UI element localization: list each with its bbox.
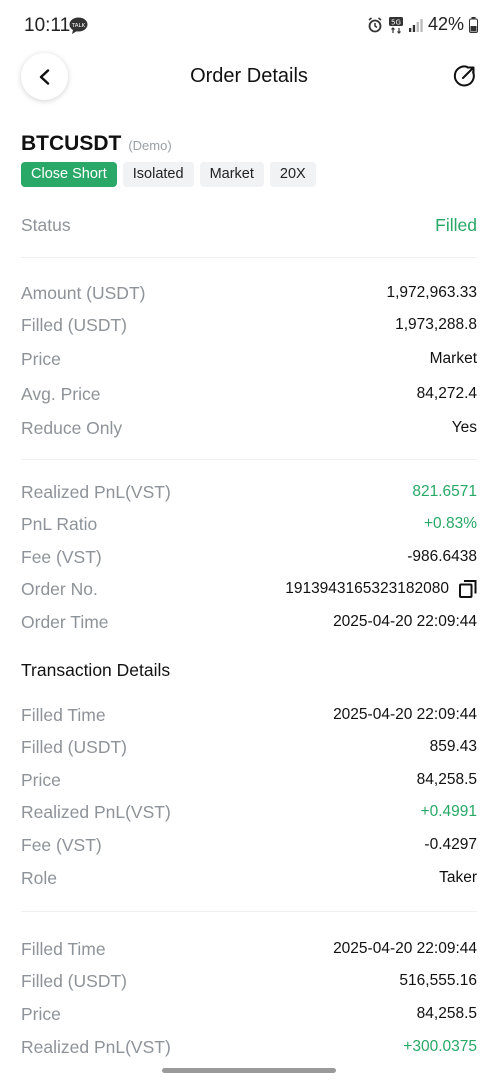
network-5g-icon: 5G bbox=[388, 16, 403, 34]
tx-filled-value: 516,555.16 bbox=[399, 972, 477, 989]
tx-filled-time-label: Filled Time bbox=[21, 704, 106, 725]
battery-percent: 42% bbox=[427, 14, 464, 34]
tx-fee-label: Fee (VST) bbox=[21, 834, 102, 855]
status-bar: 10:11 TALK 5G 42% bbox=[0, 0, 498, 52]
amount-row: Amount (USDT) 1,972,963.33 bbox=[21, 281, 477, 305]
reduce-only-row: Reduce Only Yes bbox=[21, 416, 477, 440]
tx-filled-time-label: Filled Time bbox=[21, 938, 106, 959]
realized-pnl-label: Realized PnL(VST) bbox=[21, 481, 171, 502]
pnl-ratio-value: +0.83% bbox=[423, 515, 477, 532]
pnl-ratio-label: PnL Ratio bbox=[21, 513, 98, 534]
filled-value: 1,973,288.8 bbox=[395, 316, 477, 333]
transaction-details-title: Transaction Details bbox=[21, 660, 171, 680]
tag-margin-mode: Isolated bbox=[122, 162, 194, 187]
price-row: Price Market bbox=[21, 347, 477, 371]
page-title: Order Details bbox=[190, 65, 308, 87]
tag-close-short: Close Short bbox=[21, 162, 117, 187]
symbol-row: BTCUSDT (Demo) bbox=[21, 132, 172, 156]
filled-row: Filled (USDT) 1,973,288.8 bbox=[21, 313, 477, 337]
alarm-icon bbox=[368, 16, 382, 32]
tx1-fee-row: Fee (VST) -0.4297 bbox=[21, 833, 477, 857]
tx-filled-label: Filled (USDT) bbox=[21, 736, 127, 757]
tx-realized-pnl-label: Realized PnL(VST) bbox=[21, 801, 171, 822]
reduce-only-value: Yes bbox=[451, 419, 477, 436]
tx2-realized-pnl-row: Realized PnL(VST) +300.0375 bbox=[21, 1035, 477, 1059]
tx-realized-pnl-value: +0.4991 bbox=[420, 803, 477, 820]
demo-label: (Demo) bbox=[128, 138, 172, 153]
talk-icon: TALK bbox=[69, 17, 88, 34]
price-value: Market bbox=[429, 350, 477, 367]
home-indicator[interactable] bbox=[162, 1068, 336, 1073]
amount-label: Amount (USDT) bbox=[21, 282, 146, 303]
order-tags: Close Short Isolated Market 20X bbox=[21, 162, 316, 187]
tx2-filled-time-row: Filled Time 2025-04-20 22:09:44 bbox=[21, 937, 477, 961]
battery-icon bbox=[469, 16, 478, 33]
copy-icon[interactable] bbox=[459, 580, 477, 598]
avg-price-row: Avg. Price 84,272.4 bbox=[21, 382, 477, 406]
tx2-price-row: Price 84,258.5 bbox=[21, 1002, 477, 1026]
order-time-value: 2025-04-20 22:09:44 bbox=[333, 613, 477, 630]
realized-pnl-value: 821.6571 bbox=[412, 483, 477, 500]
order-no-row: Order No. 1913943165323182080 bbox=[21, 577, 477, 601]
tx-price-value: 84,258.5 bbox=[416, 771, 477, 788]
order-no-label: Order No. bbox=[21, 578, 98, 599]
fee-label: Fee (VST) bbox=[21, 546, 102, 567]
symbol: BTCUSDT bbox=[21, 132, 122, 155]
tx-price-label: Price bbox=[21, 769, 61, 790]
tx1-role-row: Role Taker bbox=[21, 866, 477, 890]
avg-price-value: 84,272.4 bbox=[416, 385, 477, 402]
reduce-only-label: Reduce Only bbox=[21, 417, 123, 438]
order-no-value: 1913943165323182080 bbox=[285, 580, 477, 598]
tx-realized-pnl-label: Realized PnL(VST) bbox=[21, 1036, 171, 1057]
divider bbox=[21, 911, 477, 912]
status-label: Status bbox=[21, 214, 71, 235]
talk-badge-text: TALK bbox=[71, 23, 86, 29]
status-time: 10:11 bbox=[24, 15, 71, 36]
status-value: Filled bbox=[435, 214, 477, 235]
tx-fee-value: -0.4297 bbox=[424, 836, 477, 853]
tx-filled-value: 859.43 bbox=[429, 738, 477, 755]
amount-value: 1,972,963.33 bbox=[386, 284, 477, 301]
tag-order-type: Market bbox=[199, 162, 264, 187]
tx1-filled-row: Filled (USDT) 859.43 bbox=[21, 735, 477, 759]
avg-price-label: Avg. Price bbox=[21, 383, 101, 404]
tx-realized-pnl-value: +300.0375 bbox=[403, 1038, 477, 1055]
status-icons: 5G 42% bbox=[367, 14, 478, 35]
realized-pnl-row: Realized PnL(VST) 821.6571 bbox=[21, 480, 477, 504]
divider bbox=[21, 257, 477, 258]
status-row: Status Filled bbox=[21, 213, 477, 237]
fee-row: Fee (VST) -986.6438 bbox=[21, 545, 477, 569]
tx-filled-label: Filled (USDT) bbox=[21, 970, 127, 991]
share-icon[interactable] bbox=[452, 63, 478, 89]
tag-leverage: 20X bbox=[269, 162, 316, 187]
order-no-text: 1913943165323182080 bbox=[285, 580, 449, 597]
tx1-realized-pnl-row: Realized PnL(VST) +0.4991 bbox=[21, 800, 477, 824]
order-time-label: Order Time bbox=[21, 611, 109, 632]
price-label: Price bbox=[21, 348, 61, 369]
divider bbox=[21, 459, 477, 460]
tx-filled-time-value: 2025-04-20 22:09:44 bbox=[333, 940, 477, 957]
tx2-filled-row: Filled (USDT) 516,555.16 bbox=[21, 969, 477, 993]
order-time-row: Order Time 2025-04-20 22:09:44 bbox=[21, 610, 477, 634]
tx1-price-row: Price 84,258.5 bbox=[21, 768, 477, 792]
tx-role-label: Role bbox=[21, 867, 57, 888]
tx-price-label: Price bbox=[21, 1003, 61, 1024]
fee-value: -986.6438 bbox=[407, 548, 477, 565]
pnl-ratio-row: PnL Ratio +0.83% bbox=[21, 512, 477, 536]
network-label: 5G bbox=[391, 18, 401, 26]
filled-label: Filled (USDT) bbox=[21, 314, 127, 335]
tx1-filled-time-row: Filled Time 2025-04-20 22:09:44 bbox=[21, 703, 477, 727]
tx-role-value: Taker bbox=[439, 869, 477, 886]
tx-filled-time-value: 2025-04-20 22:09:44 bbox=[333, 706, 477, 723]
signal-icon bbox=[408, 18, 423, 32]
tx-price-value: 84,258.5 bbox=[416, 1005, 477, 1022]
